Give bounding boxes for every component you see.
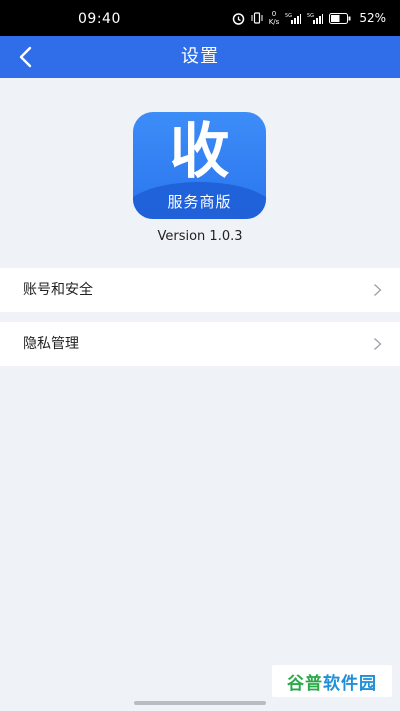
signal-icon-2: 5G <box>307 12 324 24</box>
back-button[interactable] <box>8 40 42 74</box>
app-logo: 收 服务商版 <box>133 112 266 219</box>
signal-icon: 5G <box>285 12 302 24</box>
home-indicator[interactable] <box>134 701 266 705</box>
vibrate-icon <box>251 12 263 24</box>
app-bar: 设置 <box>0 36 400 78</box>
menu-item-privacy[interactable]: 隐私管理 <box>0 322 400 366</box>
chevron-right-icon <box>374 284 382 296</box>
battery-percent: 52% <box>359 11 386 25</box>
status-bar: 09:40 0 K/s 5G 5G 52% <box>0 0 400 36</box>
net-speed-unit: K/s <box>268 18 280 26</box>
battery-icon <box>329 12 351 24</box>
watermark-part1: 谷普 <box>287 673 323 694</box>
version-label: Version 1.0.3 <box>157 229 243 244</box>
net-speed: 0 K/s <box>269 10 280 26</box>
svg-text:5G: 5G <box>307 13 314 19</box>
status-time: 09:40 <box>78 11 121 27</box>
alarm-icon <box>232 12 245 25</box>
menu-item-account-security[interactable]: 账号和安全 <box>0 268 400 312</box>
chevron-left-icon <box>19 46 32 68</box>
watermark-part2: 软件园 <box>323 673 377 694</box>
menu-item-label: 账号和安全 <box>23 282 93 298</box>
chevron-right-icon <box>374 338 382 350</box>
page-title: 设置 <box>181 46 219 67</box>
net-speed-value: 0 <box>271 10 277 18</box>
watermark: 谷普 软件园 <box>272 665 392 697</box>
status-icons: 0 K/s 5G 5G 52% <box>232 9 386 27</box>
logo-caption: 服务商版 <box>167 193 232 211</box>
menu-item-label: 隐私管理 <box>23 336 79 352</box>
logo-glyph: 收 <box>169 117 230 187</box>
svg-text:5G: 5G <box>285 13 292 19</box>
